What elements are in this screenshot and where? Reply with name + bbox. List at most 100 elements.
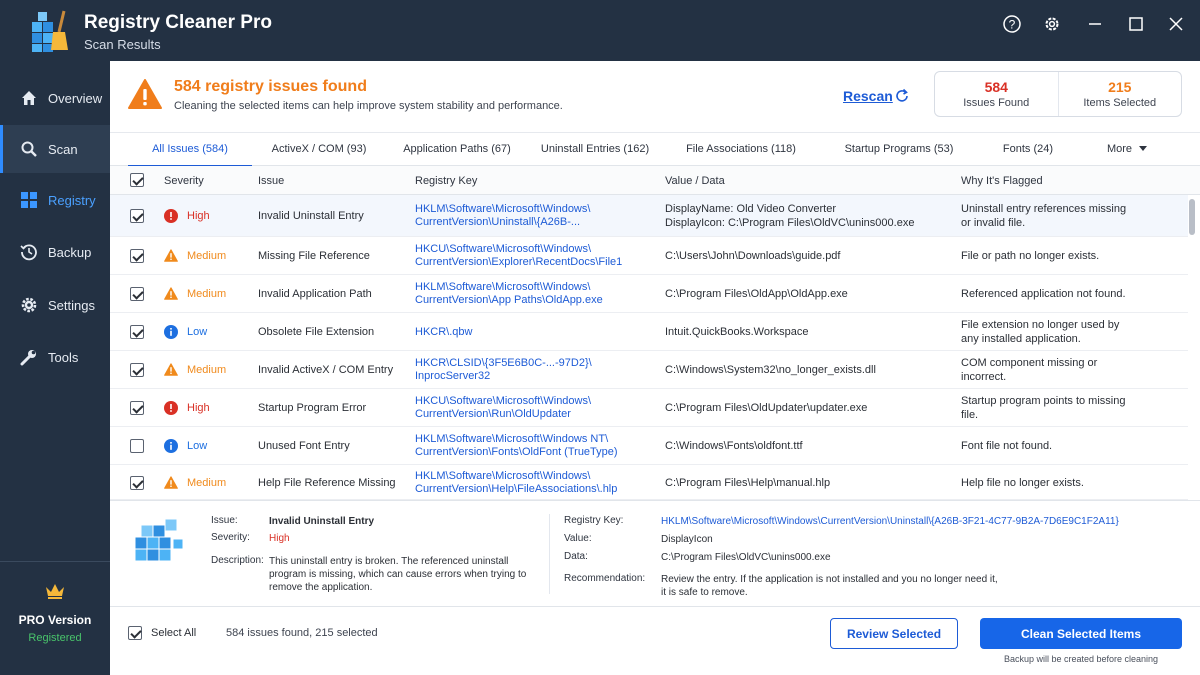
issue-cell: Unused Font Entry [258, 440, 350, 452]
table-row[interactable]: Medium Help File Reference Missing HKLM\So… [110, 465, 1188, 500]
detail-recommendation: Review the entry. If the application is … [661, 573, 1061, 599]
severity-label: Medium [187, 477, 227, 489]
column-issue: Issue [258, 175, 285, 187]
cell-line: C:\Windows\Fonts\oldfont.ttf [665, 440, 803, 452]
caret-down-icon [1139, 146, 1148, 151]
table-scrollbar[interactable] [1188, 195, 1196, 500]
detail-issue-value: Invalid Uninstall Entry [269, 516, 375, 527]
refresh-icon[interactable] [894, 88, 910, 104]
severity-label: High [187, 402, 210, 414]
registry-key-cell[interactable]: HKLM\Software\Microsoft\Windows NT\ Curre… [415, 433, 618, 459]
close-icon[interactable] [1164, 12, 1188, 36]
registry-key-cell[interactable]: HKCR\CLSID\{3F5E6B0C-...-97D2}\ InprocSer… [415, 357, 592, 383]
table-row[interactable]: Medium Invalid Application Path HKLM\Softw… [110, 275, 1188, 313]
pro-version-panel: PRO Version Registered [0, 561, 110, 675]
value-data-cell: C:\Users\John\Downloads\guide.pdf [665, 249, 840, 263]
detail-value-label: Value: [564, 533, 592, 544]
tab-more-label: More [1106, 143, 1132, 155]
registry-key-cell[interactable]: HKLM\Software\Microsoft\Windows\ CurrentV… [415, 470, 617, 496]
issue-cell: Invalid Application Path [258, 288, 372, 300]
description-line: remove the application. [269, 582, 373, 593]
tab-application-paths[interactable]: Application Paths (67) [392, 133, 522, 166]
severity-cell: Low [164, 325, 207, 339]
tab-file-associations[interactable]: File Associations (118) [676, 133, 806, 166]
sidebar-item-backup[interactable]: Backup [0, 228, 110, 276]
table-row[interactable]: Low Obsolete File Extension HKCR\.qbw Intui… [110, 313, 1188, 351]
cell-line: HKCU\Software\Microsoft\Windows\ [415, 243, 592, 255]
detail-issue-label: Issue: [211, 515, 238, 526]
tab-startup-programs[interactable]: Startup Programs (53) [834, 133, 964, 166]
row-checkbox[interactable] [130, 363, 144, 377]
issues-found-stat: 584 Issues Found [935, 72, 1058, 116]
severity-cell: Medium [164, 476, 226, 490]
row-checkbox[interactable] [130, 209, 144, 223]
issues-found-label: Issues Found [963, 97, 1030, 109]
help-icon[interactable]: ? [1000, 12, 1024, 36]
registry-key-cell[interactable]: HKLM\Software\Microsoft\Windows\ CurrentV… [415, 281, 603, 307]
review-selected-button[interactable]: Review Selected [830, 618, 958, 649]
detail-description: This uninstall entry is broken. The refe… [269, 555, 539, 594]
grid-icon [19, 190, 39, 210]
issue-cell: Help File Reference Missing [258, 477, 396, 489]
scrollbar-thumb[interactable] [1189, 199, 1195, 235]
row-checkbox[interactable] [130, 287, 144, 301]
row-checkbox[interactable] [130, 325, 144, 339]
table-row[interactable]: High Invalid Uninstall Entry HKLM\Software… [110, 195, 1188, 237]
cell-line: File extension no longer used by [961, 319, 1120, 331]
cell-line: or invalid file. [961, 217, 1026, 229]
cell-line: HKLM\Software\Microsoft\Windows\ [415, 281, 591, 293]
sidebar-item-tools[interactable]: Tools [0, 333, 110, 381]
header-select-all-checkbox[interactable] [130, 173, 144, 187]
registry-key-cell[interactable]: HKCU\Software\Microsoft\Windows\ CurrentV… [415, 243, 622, 269]
home-icon [19, 88, 39, 108]
severity-high-icon [164, 401, 178, 415]
severity-label: Medium [187, 364, 227, 376]
cell-line: HKCU\Software\Microsoft\Windows\ [415, 395, 592, 407]
history-icon [19, 242, 39, 262]
select-all-label[interactable]: Select All [151, 627, 196, 639]
sidebar-item-registry[interactable]: Registry [0, 176, 110, 224]
cell-line: HKLM\Software\Microsoft\Windows\ [415, 470, 591, 482]
column-why-flagged: Why It's Flagged [961, 175, 1043, 187]
cell-line: HKLM\Software\Microsoft\Windows NT\ [415, 433, 609, 445]
tab-fonts[interactable]: Fonts (24) [990, 133, 1066, 166]
sidebar-item-label: Overview [48, 90, 103, 106]
row-checkbox[interactable] [130, 249, 144, 263]
detail-value-value: DisplayIcon [661, 534, 713, 545]
why-flagged-cell: File or path no longer exists. [961, 249, 1099, 263]
sidebar-item-scan[interactable]: Scan [0, 125, 110, 173]
tab-activex-com[interactable]: ActiveX / COM (93) [260, 133, 378, 166]
tab-uninstall-entries[interactable]: Uninstall Entries (162) [530, 133, 660, 166]
detail-severity-value: High [269, 533, 290, 544]
cell-line: Intuit.QuickBooks.Workspace [665, 326, 809, 338]
registry-key-cell[interactable]: HKCR\.qbw [415, 326, 472, 339]
app-subtitle: Scan Results [84, 37, 161, 52]
rescan-link[interactable]: Rescan [843, 88, 893, 104]
registry-key-cell[interactable]: HKLM\Software\Microsoft\Windows\ CurrentV… [415, 203, 590, 229]
pro-status: Registered [28, 632, 82, 644]
table-row[interactable]: Low Unused Font Entry HKLM\Software\Micros… [110, 427, 1188, 465]
why-flagged-cell: File extension no longer used by any inst… [961, 318, 1119, 346]
table-row[interactable]: High Startup Program Error HKCU\Software\M… [110, 389, 1188, 427]
severity-cell: Low [164, 439, 207, 453]
settings-icon[interactable] [1040, 12, 1064, 36]
maximize-icon[interactable] [1124, 12, 1148, 36]
severity-label: Low [187, 440, 208, 452]
select-all-checkbox[interactable] [128, 626, 142, 640]
tab-all-issues[interactable]: All Issues (584) [128, 133, 252, 167]
recommendation-line: Review the entry. If the application is … [661, 574, 998, 585]
sidebar: Overview Scan Registry Backup Settings T… [0, 61, 110, 675]
table-row[interactable]: Medium Invalid ActiveX / COM Entry HKCR\CL… [110, 351, 1188, 389]
row-checkbox[interactable] [130, 401, 144, 415]
row-checkbox[interactable] [130, 439, 144, 453]
row-checkbox[interactable] [130, 476, 144, 490]
clean-selected-button[interactable]: Clean Selected Items [980, 618, 1182, 649]
sidebar-item-settings[interactable]: Settings [0, 281, 110, 329]
minimize-icon[interactable] [1083, 12, 1107, 36]
value-data-cell: C:\Program Files\Help\manual.hlp [665, 476, 830, 490]
sidebar-item-overview[interactable]: Overview [0, 74, 110, 122]
table-row[interactable]: Medium Missing File Reference HKCU\Softwar… [110, 237, 1188, 275]
tab-more[interactable]: More [1100, 133, 1154, 166]
cell-line: C:\Program Files\Help\manual.hlp [665, 477, 831, 489]
registry-key-cell[interactable]: HKCU\Software\Microsoft\Windows\ CurrentV… [415, 395, 591, 421]
